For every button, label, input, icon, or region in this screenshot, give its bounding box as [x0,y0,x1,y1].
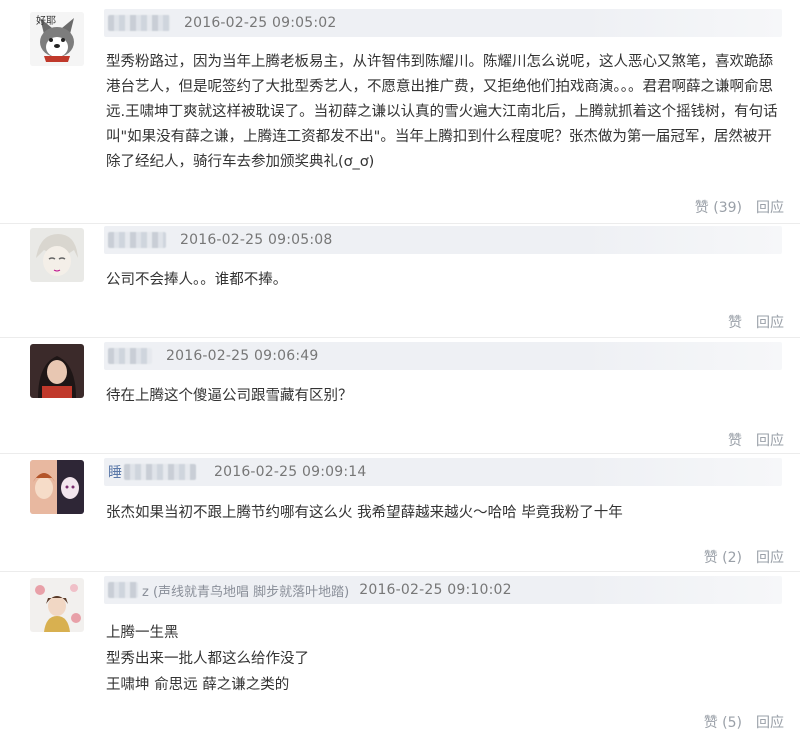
like-button[interactable]: 赞 [728,430,742,450]
avatar[interactable] [30,460,84,514]
comment-actions: 赞 回应 [728,430,784,450]
reply-button[interactable]: 回应 [756,547,784,567]
timestamp: 2016-02-25 09:09:14 [214,464,367,480]
reply-button[interactable]: 回应 [756,712,784,731]
comment-meta: 2016-02-25 09:06:49 [104,342,782,370]
comment-item: 2016-02-25 09:05:08 公司不会捧人。。谁都不捧。 赞 回应 [0,224,800,338]
comment-meta: 2016-02-25 09:05:08 [104,226,782,254]
username-prefix[interactable]: 睡 [108,462,122,482]
comment-item: 2016-02-25 09:06:49 待在上腾这个傻逼公司跟雪藏有区别？ 赞 … [0,338,800,454]
comment-actions: 赞 (39) 回应 [695,197,784,217]
comment-text: 型秀粉路过，因为当年上腾老板易主，从许智伟到陈耀川。陈耀川怎么说呢，这人恶心又煞… [106,54,778,170]
avatar-badge: 好耶 [36,16,56,27]
comment-meta: 睡 2016-02-25 09:09:14 [104,458,782,486]
timestamp: 2016-02-25 09:05:02 [184,15,337,31]
blurred-username[interactable] [124,464,196,480]
girl-photo-icon [30,344,84,398]
comment-item: 睡 2016-02-25 09:09:14 张杰如果当初不跟上腾节约哪有这么火 … [0,454,800,572]
blurred-username[interactable] [108,232,166,248]
avatar[interactable] [30,344,84,398]
comment-actions: 赞 (2) 回应 [704,547,784,567]
timestamp: 2016-02-25 09:10:02 [359,582,512,598]
avatar[interactable] [30,228,84,282]
like-button[interactable]: 赞 (2) [704,547,742,567]
reply-button[interactable]: 回应 [756,430,784,450]
anime-girls-icon [30,460,84,514]
comment-text: 待在上腾这个傻逼公司跟雪藏有区别？ [106,388,353,404]
reply-button[interactable]: 回应 [756,312,784,332]
anime-boy-icon [30,228,84,282]
comment-meta: z (声线就青鸟地唱 脚步就落叶地踏) 2016-02-25 09:10:02 [104,576,782,604]
comment-item: z (声线就青鸟地唱 脚步就落叶地踏) 2016-02-25 09:10:02 … [0,572,800,731]
comment-meta: 2016-02-25 09:05:02 [104,9,782,37]
avatar[interactable] [30,578,84,632]
timestamp: 2016-02-25 09:06:49 [166,348,319,364]
like-button[interactable]: 赞 [728,312,742,332]
like-button[interactable]: 赞 (39) [695,197,742,217]
comment-text: 上腾一生黑 型秀出来一批人都这么给作没了 王啸坤 俞思远 薛之谦之类的 [106,625,309,693]
blurred-username[interactable] [108,15,170,31]
comment-item: 好耶 2016-02-25 09:05:02 型秀粉路过，因为当年上腾老板易主，… [0,0,800,224]
timestamp: 2016-02-25 09:05:08 [180,232,333,248]
like-button[interactable]: 赞 (5) [704,712,742,731]
comment-actions: 赞 (5) 回应 [704,712,784,731]
blurred-username[interactable] [108,348,152,364]
comment-actions: 赞 回应 [728,312,784,332]
comment-text: 公司不会捧人。。谁都不捧。 [106,272,288,288]
blurred-username[interactable] [108,582,138,598]
reply-button[interactable]: 回应 [756,197,784,217]
comment-text: 张杰如果当初不跟上腾节约哪有这么火 我希望薛越来越火～哈哈 毕竟我粉了十年 [106,505,623,521]
username-note[interactable]: z (声线就青鸟地唱 脚步就落叶地踏) [142,581,349,600]
girl-flowers-icon [30,578,84,632]
